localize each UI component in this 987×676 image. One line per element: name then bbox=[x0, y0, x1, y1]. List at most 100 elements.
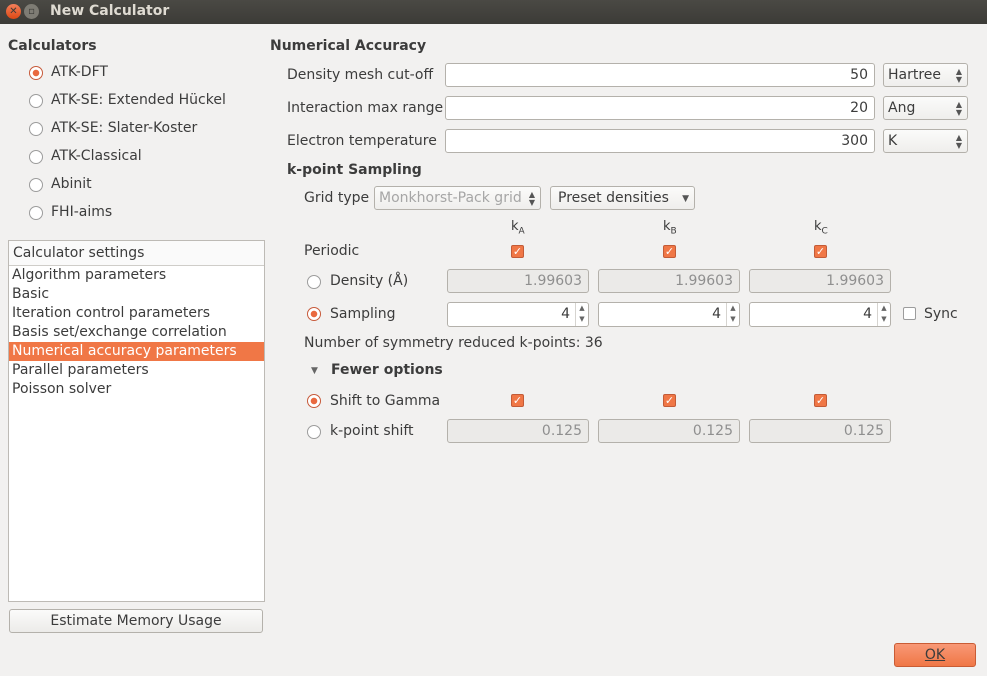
check-mark-icon: ✓ bbox=[512, 245, 523, 258]
chevron-down-icon: ▼ bbox=[682, 194, 689, 204]
up-down-icon: ▲ ▼ bbox=[955, 100, 962, 117]
ok-button[interactable]: OK bbox=[894, 643, 976, 667]
sampling-spinbox[interactable]: 4 ▲ ▼ bbox=[447, 302, 589, 327]
unit-select[interactable]: Ang ▲ ▼ bbox=[883, 96, 968, 120]
settings-list-item[interactable]: Poisson solver bbox=[9, 380, 264, 399]
title-bar: ✕ ▫ New Calculator bbox=[0, 0, 987, 24]
numerical-accuracy-title: Numerical Accuracy bbox=[270, 38, 427, 54]
unit-value: Ang bbox=[888, 100, 916, 116]
density-label: Density (Å) bbox=[330, 273, 409, 289]
sampling-spinbox[interactable]: 4 ▲ ▼ bbox=[749, 302, 891, 327]
periodic-label: Periodic bbox=[304, 243, 360, 259]
expander-triangle-icon[interactable]: ▼ bbox=[311, 366, 318, 376]
sync-label: Sync bbox=[924, 306, 958, 322]
settings-list-item[interactable]: Iteration control parameters bbox=[9, 304, 264, 323]
calculator-option-label[interactable]: ATK-Classical bbox=[51, 148, 142, 164]
density-value: 1.99603 bbox=[675, 273, 733, 289]
calculator-option-label[interactable]: FHI-aims bbox=[51, 204, 112, 220]
estimate-memory-label: Estimate Memory Usage bbox=[50, 613, 222, 629]
kpoint-shift-value: 0.125 bbox=[843, 423, 884, 439]
calculator-radio-4[interactable] bbox=[29, 178, 43, 192]
axis-header-kb: kB bbox=[663, 219, 677, 237]
calculator-option-label[interactable]: ATK-DFT bbox=[51, 64, 108, 80]
check-mark-icon: ✓ bbox=[512, 394, 523, 407]
calculator-option-label[interactable]: ATK-SE: Extended Hückel bbox=[51, 92, 226, 108]
spin-arrows-icon[interactable]: ▲ ▼ bbox=[726, 303, 739, 326]
unit-select[interactable]: K ▲ ▼ bbox=[883, 129, 968, 153]
kpoint-sampling-title: k-point Sampling bbox=[287, 162, 422, 178]
periodic-checkbox[interactable]: ✓ bbox=[663, 245, 676, 258]
density-input[interactable]: 1.99603 bbox=[447, 269, 589, 293]
fewer-options-toggle[interactable]: Fewer options bbox=[331, 362, 443, 378]
close-icon[interactable]: ✕ bbox=[6, 4, 21, 19]
sampling-spinbox[interactable]: 4 ▲ ▼ bbox=[598, 302, 740, 327]
calculator-radio-5[interactable] bbox=[29, 206, 43, 220]
calculator-radio-2[interactable] bbox=[29, 122, 43, 136]
accuracy-value-input[interactable]: 300 bbox=[445, 129, 875, 153]
kpoint-shift-input[interactable]: 0.125 bbox=[598, 419, 740, 443]
unit-value: Hartree bbox=[888, 67, 942, 83]
shift-to-gamma-checkbox[interactable]: ✓ bbox=[511, 394, 524, 407]
accuracy-value-input[interactable]: 50 bbox=[445, 63, 875, 87]
axis-subscript: A bbox=[518, 226, 525, 237]
density-value: 1.99603 bbox=[826, 273, 884, 289]
preset-densities-select[interactable]: Preset densities ▼ bbox=[550, 186, 695, 210]
settings-list-item[interactable]: Numerical accuracy parameters bbox=[9, 342, 264, 361]
density-input[interactable]: 1.99603 bbox=[598, 269, 740, 293]
kpoint-shift-input[interactable]: 0.125 bbox=[749, 419, 891, 443]
axis-base: k bbox=[663, 219, 671, 234]
axis-subscript: B bbox=[670, 226, 677, 237]
sync-checkbox[interactable] bbox=[903, 307, 916, 320]
accuracy-row-label: Density mesh cut-off bbox=[287, 67, 434, 83]
estimate-memory-button[interactable]: Estimate Memory Usage bbox=[9, 609, 263, 633]
settings-list-item[interactable]: Basic bbox=[9, 285, 264, 304]
up-down-icon: ▲ ▼ bbox=[528, 190, 535, 207]
axis-header-kc: kC bbox=[814, 219, 828, 237]
calculator-option-label[interactable]: ATK-SE: Slater-Koster bbox=[51, 120, 197, 136]
up-down-icon: ▲ ▼ bbox=[955, 133, 962, 150]
kpoint-shift-value: 0.125 bbox=[692, 423, 733, 439]
up-down-icon: ▲ ▼ bbox=[955, 67, 962, 84]
periodic-checkbox[interactable]: ✓ bbox=[511, 245, 524, 258]
accuracy-value: 20 bbox=[850, 100, 868, 116]
density-radio[interactable] bbox=[307, 275, 321, 289]
axis-header-ka: kA bbox=[511, 219, 525, 237]
shift-to-gamma-checkbox[interactable]: ✓ bbox=[814, 394, 827, 407]
periodic-checkbox[interactable]: ✓ bbox=[814, 245, 827, 258]
grid-type-select[interactable]: Monkhorst-Pack grid ▲ ▼ bbox=[374, 186, 541, 210]
settings-list-item[interactable]: Algorithm parameters bbox=[9, 266, 264, 285]
unit-value: K bbox=[888, 133, 898, 149]
calculator-radio-0[interactable] bbox=[29, 66, 43, 80]
settings-list-item[interactable]: Basis set/exchange correlation bbox=[9, 323, 264, 342]
shift-to-gamma-radio[interactable] bbox=[307, 394, 321, 408]
calculator-settings-header: Calculator settings bbox=[9, 241, 264, 266]
spin-arrows-icon[interactable]: ▲ ▼ bbox=[877, 303, 890, 326]
kpoint-shift-label: k-point shift bbox=[330, 423, 414, 439]
sampling-value: 4 bbox=[863, 306, 872, 322]
kpoint-shift-radio[interactable] bbox=[307, 425, 321, 439]
grid-type-value: Monkhorst-Pack grid bbox=[379, 190, 522, 206]
spin-arrows-icon[interactable]: ▲ ▼ bbox=[575, 303, 588, 326]
unit-select[interactable]: Hartree ▲ ▼ bbox=[883, 63, 968, 87]
kpoint-shift-input[interactable]: 0.125 bbox=[447, 419, 589, 443]
density-input[interactable]: 1.99603 bbox=[749, 269, 891, 293]
calculator-radio-3[interactable] bbox=[29, 150, 43, 164]
sampling-value: 4 bbox=[712, 306, 721, 322]
settings-list-item[interactable]: Parallel parameters bbox=[9, 361, 264, 380]
shift-to-gamma-checkbox[interactable]: ✓ bbox=[663, 394, 676, 407]
density-value: 1.99603 bbox=[524, 273, 582, 289]
axis-subscript: C bbox=[821, 226, 828, 237]
accuracy-row-label: Interaction max range bbox=[287, 100, 444, 116]
accuracy-row-label: Electron temperature bbox=[287, 133, 437, 149]
axis-base: k bbox=[511, 219, 519, 234]
ok-label: OK bbox=[924, 647, 946, 663]
accuracy-value: 50 bbox=[850, 67, 868, 83]
maximize-icon[interactable]: ▫ bbox=[24, 4, 39, 19]
calculator-option-label[interactable]: Abinit bbox=[51, 176, 92, 192]
sampling-radio[interactable] bbox=[307, 307, 321, 321]
accuracy-value-input[interactable]: 20 bbox=[445, 96, 875, 120]
calculator-radio-1[interactable] bbox=[29, 94, 43, 108]
kpoint-shift-value: 0.125 bbox=[541, 423, 582, 439]
sampling-label: Sampling bbox=[330, 306, 396, 322]
sampling-value: 4 bbox=[561, 306, 570, 322]
